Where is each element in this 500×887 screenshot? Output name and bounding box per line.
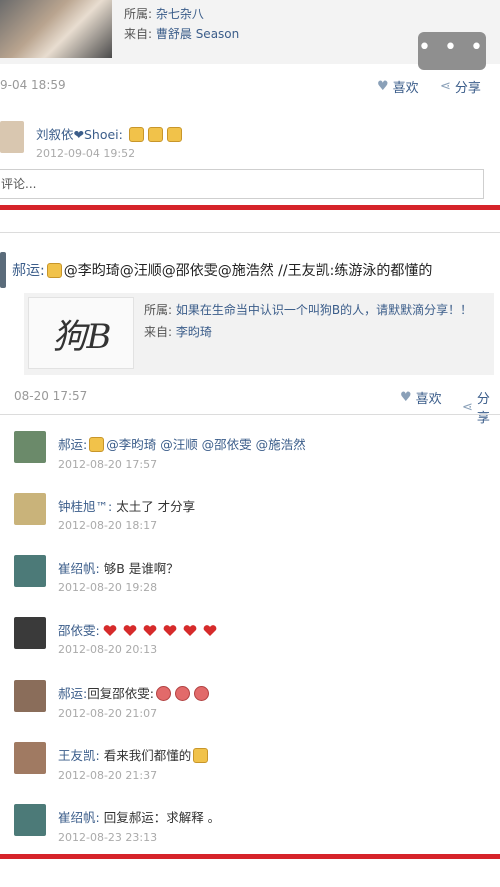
comment-body: 回复邵依雯: (87, 686, 154, 701)
avatar[interactable] (14, 742, 46, 774)
comment-time: 2012-08-20 18:17 (58, 519, 158, 532)
comment-time: 2012-08-20 21:37 (58, 769, 158, 782)
share-label: 分享 (476, 392, 490, 426)
category-label: 所属: (124, 7, 153, 21)
heart-icon: ♥ (400, 390, 412, 405)
like-button[interactable]: ♥ 喜欢 (377, 77, 419, 96)
emoji-icon (147, 127, 163, 142)
comment-body: 看来我们都懂的 (103, 748, 192, 763)
category-link[interactable]: 杂七杂八 (156, 7, 204, 21)
share-meta: 所属: 如果在生命当中认识一个叫狗B的人，请默默滴分享！！ 来自: 李昀琦 (144, 301, 494, 341)
heart-icon: ♥ (377, 79, 389, 94)
share-image-text: 狗B (53, 317, 112, 357)
comment-body: 太土了 才分享 (116, 499, 196, 514)
red-heart-icon (103, 625, 117, 637)
category-link[interactable]: 如果在生命当中认识一个叫狗B的人，请默默滴分享！！ (176, 303, 472, 317)
avatar[interactable] (14, 555, 46, 587)
avatar[interactable] (14, 431, 46, 463)
more-options-button[interactable]: • • • (418, 32, 486, 70)
comment-author[interactable]: 王友凯: (58, 748, 100, 763)
comment-body: 回复郝运：求解释 。 (103, 810, 221, 825)
pig-face-icon (193, 686, 209, 701)
like-label: 喜欢 (415, 392, 442, 407)
avatar[interactable] (0, 121, 24, 153)
comment-input[interactable]: 评论... (0, 169, 484, 199)
share-card[interactable]: 狗B 所属: 如果在生命当中认识一个叫狗B的人，请默默滴分享！！ 来自: 李昀琦 (24, 293, 494, 375)
comment-author[interactable]: 刘叙依❤Shoei: (36, 127, 123, 142)
emoji-icon (166, 127, 182, 142)
red-heart-icon (143, 625, 157, 637)
comment-time: 2012-08-20 19:28 (58, 581, 158, 594)
emoji-icon (193, 748, 209, 763)
share-icon: ⋖ (440, 79, 451, 94)
source-label: 来自: (124, 27, 153, 41)
source-link[interactable]: 曹舒晨 Season (156, 27, 239, 41)
like-label: 喜欢 (392, 81, 419, 96)
avatar[interactable] (14, 617, 46, 649)
avatar[interactable] (0, 252, 6, 288)
emoji-icon (46, 263, 62, 278)
comment-author[interactable]: 钟桂旭™: (58, 499, 112, 514)
comment-time: 2012-08-20 17:57 (58, 458, 158, 471)
top-post-timestamp: 9-04 18:59 (0, 78, 66, 92)
comment-body: 够B 是谁啊？ (103, 561, 179, 576)
list-item: 钟桂旭™: 太土了 才分享 (58, 496, 195, 515)
post-timestamp: 08-20 17:57 (14, 389, 88, 403)
share-image[interactable]: 狗B (28, 297, 134, 369)
red-heart-icon (203, 625, 217, 637)
comment-time: 2012-09-04 19:52 (36, 147, 136, 160)
red-heart-icon (123, 625, 137, 637)
comment-author[interactable]: 崔绍帆: (58, 810, 100, 825)
pig-face-icon (155, 686, 171, 701)
category-label: 所属: (144, 303, 173, 317)
emoji-icon (89, 437, 105, 452)
pig-face-icon (174, 686, 190, 701)
comment-time: 2012-08-20 21:07 (58, 707, 158, 720)
comment-time: 2012-08-20 20:13 (58, 643, 158, 656)
comment-author[interactable]: 崔绍帆: (58, 561, 100, 576)
comment-author[interactable]: 邵依雯: (58, 623, 100, 638)
share-icon: ⋖ (462, 399, 473, 415)
post-author[interactable]: 郝运: (12, 263, 45, 279)
comment-time: 2012-08-23 23:13 (58, 831, 158, 844)
comment-text: 刘叙依❤Shoei: (36, 124, 184, 143)
like-button[interactable]: ♥ 喜欢 (400, 388, 442, 407)
comment-author[interactable]: 郝运: (58, 686, 87, 701)
post-text: 郝运: @李昀琦@汪顺@邵依雯@施浩然 //王友凯:练游泳的都懂的 (12, 260, 432, 280)
avatar[interactable] (14, 804, 46, 836)
share-button[interactable]: ⋖ 分享 (440, 77, 481, 96)
list-item: 郝运: @李昀琦 @汪顺 @邵依雯 @施浩然 (58, 434, 306, 453)
list-item: 崔绍帆: 回复郝运：求解释 。 (58, 807, 220, 826)
list-item: 王友凯: 看来我们都懂的 (58, 745, 210, 764)
divider (0, 414, 500, 415)
divider (0, 232, 500, 233)
avatar[interactable] (14, 680, 46, 712)
top-post-meta: 所属: 杂七杂八 来自: 曹舒晨 Season (124, 4, 239, 44)
source-link[interactable]: 李昀琦 (176, 325, 212, 339)
comment-author[interactable]: 郝运: (58, 437, 87, 452)
divider (0, 854, 500, 859)
emoji-icon (128, 127, 144, 142)
share-label: 分享 (454, 81, 481, 96)
comment-body: @李昀琦 @汪顺 @邵依雯 @施浩然 (106, 437, 306, 452)
list-item: 邵依雯: (58, 620, 220, 639)
post-body: @李昀琦@汪顺@邵依雯@施浩然 //王友凯:练游泳的都懂的 (63, 263, 433, 279)
divider (0, 205, 500, 210)
red-heart-icon (163, 625, 177, 637)
avatar[interactable] (14, 493, 46, 525)
list-item: 郝运:回复邵依雯: (58, 683, 211, 702)
list-item: 崔绍帆: 够B 是谁啊？ (58, 558, 179, 577)
red-heart-icon (183, 625, 197, 637)
top-post-thumbnail[interactable] (0, 0, 112, 58)
source-label: 来自: (144, 325, 173, 339)
share-button[interactable]: ⋖ 分享 (462, 388, 500, 426)
